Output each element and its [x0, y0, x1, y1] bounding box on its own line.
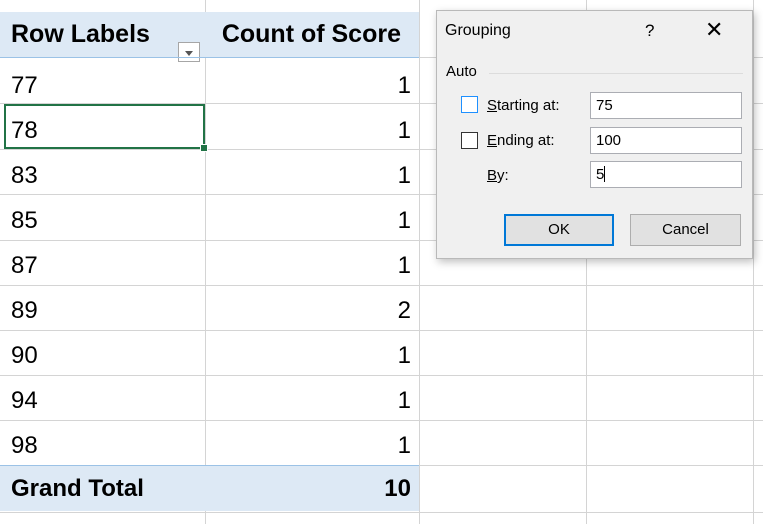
- row-label: 90: [11, 342, 38, 369]
- grand-total-value: 10: [384, 475, 411, 502]
- pivot-row[interactable]: 89 2: [0, 288, 419, 333]
- row-label: 94: [11, 387, 38, 414]
- pivot-row[interactable]: 77 1: [0, 63, 419, 108]
- by-input[interactable]: 5: [590, 161, 742, 188]
- row-count: 2: [397, 297, 411, 324]
- pivot-row[interactable]: 90 1: [0, 333, 419, 378]
- row-count: 1: [397, 387, 411, 414]
- ok-button[interactable]: OK: [504, 214, 614, 246]
- row-label: 77: [11, 72, 38, 99]
- row-count: 1: [397, 432, 411, 459]
- grand-total-label: Grand Total: [11, 475, 144, 502]
- pivot-row[interactable]: 98 1: [0, 423, 419, 468]
- row-count: 1: [397, 72, 411, 99]
- ending-at-label: Ending at:: [487, 132, 555, 149]
- pivot-row[interactable]: 85 1: [0, 198, 419, 243]
- help-button[interactable]: ?: [645, 21, 654, 41]
- row-count: 1: [397, 117, 411, 144]
- grand-total-row[interactable]: Grand Total 10: [0, 466, 419, 511]
- grouping-dialog: Grouping ? ✕ Auto Starting at: Ending at…: [436, 10, 753, 259]
- filter-dropdown-icon[interactable]: [178, 42, 200, 62]
- auto-group-label: Auto: [446, 63, 477, 80]
- row-label: 89: [11, 297, 38, 324]
- starting-at-checkbox[interactable]: [461, 96, 478, 113]
- pivot-row[interactable]: 83 1: [0, 153, 419, 198]
- row-label: 83: [11, 162, 38, 189]
- row-labels-header[interactable]: Row Labels: [11, 12, 150, 57]
- ending-at-input[interactable]: [590, 127, 742, 154]
- row-count: 1: [397, 207, 411, 234]
- by-label: By:: [487, 167, 509, 184]
- dialog-title: Grouping: [445, 22, 511, 39]
- pivot-row[interactable]: 87 1: [0, 243, 419, 288]
- count-of-score-header[interactable]: Count of Score: [222, 12, 401, 57]
- ending-at-checkbox[interactable]: [461, 132, 478, 149]
- pivot-header-row[interactable]: Row Labels Count of Score: [0, 12, 419, 62]
- starting-at-label: Starting at:: [487, 97, 560, 114]
- cancel-button[interactable]: Cancel: [630, 214, 741, 246]
- close-icon[interactable]: ✕: [705, 18, 723, 42]
- pivot-row[interactable]: 94 1: [0, 378, 419, 423]
- row-count: 1: [397, 252, 411, 279]
- row-count: 1: [397, 342, 411, 369]
- active-cell-selection[interactable]: [4, 104, 208, 152]
- row-label: 87: [11, 252, 38, 279]
- row-count: 1: [397, 162, 411, 189]
- row-label: 85: [11, 207, 38, 234]
- starting-at-input[interactable]: [590, 92, 742, 119]
- row-label: 98: [11, 432, 38, 459]
